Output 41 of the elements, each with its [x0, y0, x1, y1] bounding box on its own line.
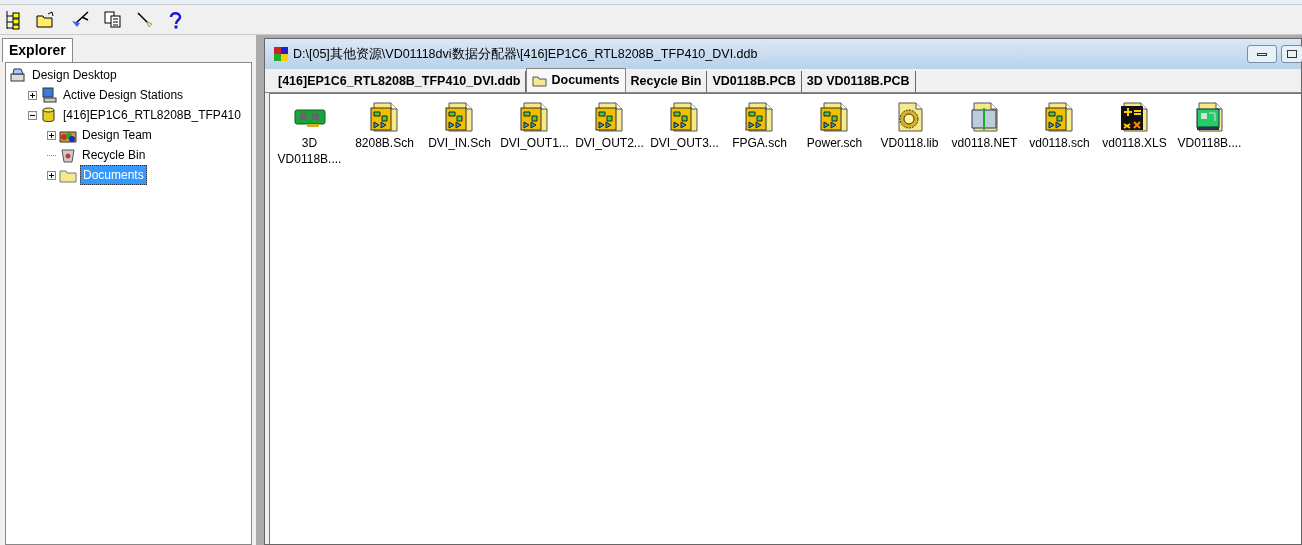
desktop-icon — [9, 66, 27, 84]
document-tab[interactable]: Documents — [526, 68, 626, 92]
file-name[interactable]: 3D VD0118B.... — [272, 135, 347, 167]
app-icon — [273, 46, 289, 62]
cut-icon[interactable] — [70, 10, 90, 29]
file-name[interactable]: vd0118.sch — [1022, 135, 1097, 151]
file-name[interactable]: DVI_OUT3... — [647, 135, 722, 151]
tree-item[interactable]: [416]EP1C6_RTL8208B_TFP410 — [61, 106, 243, 124]
file-name[interactable]: vd0118.XLS — [1097, 135, 1172, 151]
expand-toggle[interactable] — [47, 170, 56, 180]
maximize-button[interactable] — [1281, 45, 1302, 63]
collapse-toggle[interactable] — [28, 110, 37, 120]
tree-view-icon[interactable] — [4, 9, 22, 30]
expand-toggle[interactable] — [47, 130, 56, 140]
plus-icon — [48, 131, 55, 139]
copy-icon[interactable] — [104, 10, 122, 29]
file-name[interactable]: DVI_IN.Sch — [422, 135, 497, 151]
connector-line — [47, 154, 56, 156]
minimize-button[interactable] — [1247, 45, 1277, 63]
tree-item[interactable]: Design Desktop — [30, 66, 119, 84]
help-icon[interactable] — [168, 10, 182, 29]
file-name[interactable]: vd0118.NET — [947, 135, 1022, 151]
file-name[interactable]: 8208B.Sch — [347, 135, 422, 151]
tree-item[interactable]: Recycle Bin — [80, 146, 148, 164]
open-folder-icon[interactable] — [36, 10, 56, 29]
station-icon — [40, 86, 58, 104]
plus-icon — [29, 91, 36, 99]
plus-icon — [48, 171, 55, 179]
tree-item[interactable]: Active Design Stations — [61, 86, 186, 104]
file-name[interactable]: DVI_OUT1... — [497, 135, 572, 151]
file-name[interactable]: VD0118.lib — [872, 135, 947, 151]
window-title: D:\[05]其他资源\VD01118dvi数据分配器\[416]EP1C6_RTL8208B_TFP410_DVI.ddb — [293, 45, 759, 63]
tree-item[interactable]: Design Team — [80, 126, 154, 144]
file-name[interactable]: FPGA.sch — [722, 135, 797, 151]
bin-icon — [59, 146, 77, 164]
file-name[interactable]: VD0118B.... — [1172, 135, 1247, 151]
expand-toggle[interactable] — [28, 90, 37, 100]
file-name[interactable]: Power.sch — [797, 135, 872, 151]
database-icon — [40, 106, 58, 124]
explorer-tab[interactable]: Explorer — [2, 38, 73, 62]
file-name[interactable]: DVI_OUT2... — [572, 135, 647, 151]
